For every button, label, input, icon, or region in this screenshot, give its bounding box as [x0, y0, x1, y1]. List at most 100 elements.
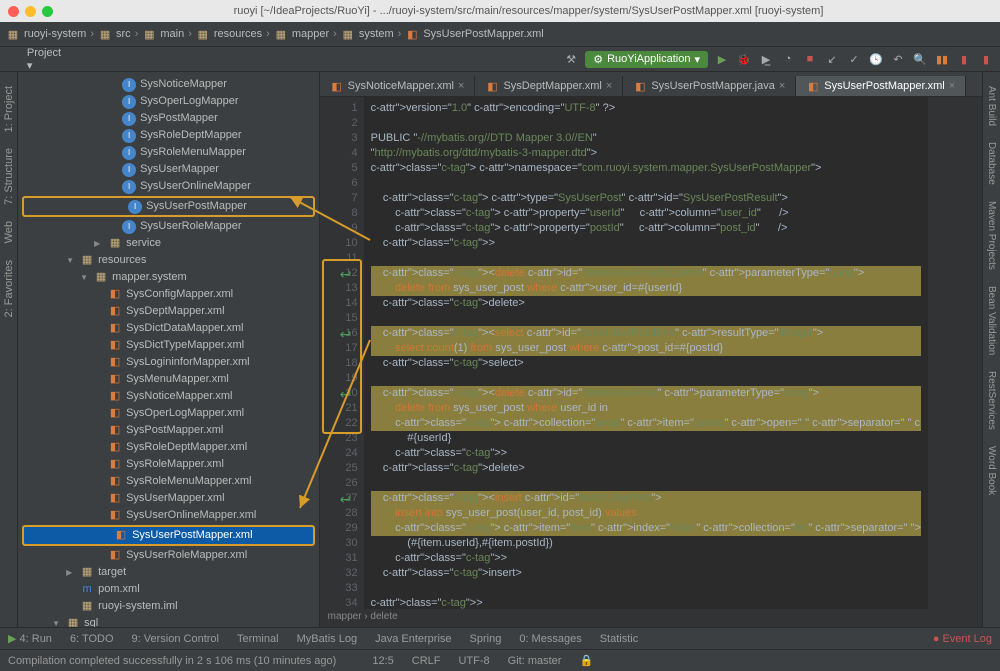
tool-structure[interactable]: 7: Structure	[3, 148, 15, 205]
profile-button[interactable]: ◔	[780, 51, 796, 67]
status-jee[interactable]: Java Enterprise	[375, 633, 451, 645]
breadcrumb-item[interactable]: ▦src	[98, 27, 131, 41]
tree-xml-item[interactable]: ◧SysDictTypeMapper.xml	[18, 337, 319, 354]
debug-button[interactable]: 🐞	[736, 51, 752, 67]
tree-xml-item[interactable]: ◧SysUserMapper.xml	[18, 490, 319, 507]
tree-xml-item[interactable]: ◧SysNoticeMapper.xml	[18, 388, 319, 405]
build-icon[interactable]: ⚒	[563, 51, 579, 67]
tree-xml-item[interactable]: ◧SysLogininforMapper.xml	[18, 354, 319, 371]
tree-xml-item[interactable]: ◧SysUserRoleMapper.xml	[18, 547, 319, 564]
stop-button[interactable]: ■	[802, 51, 818, 67]
tree-java-item[interactable]: ISysUserMapper	[18, 161, 319, 178]
gutter-arrow-icon[interactable]: ↩	[340, 266, 352, 283]
vcs-commit-button[interactable]: ✓	[846, 51, 862, 67]
tree-xml-item[interactable]: ◧SysRoleMenuMapper.xml	[18, 473, 319, 490]
tool-word[interactable]: Word Book	[986, 446, 997, 495]
tree-service[interactable]: ▦service	[18, 235, 319, 252]
tool-bean[interactable]: Bean Validation	[986, 286, 997, 355]
tree-java-item[interactable]: ISysUserOnlineMapper	[18, 178, 319, 195]
breadcrumb-item[interactable]: ▦mapper	[274, 27, 329, 41]
right-tool-stripe[interactable]: Ant Build Database Maven Projects Bean V…	[982, 72, 1000, 627]
status-stat[interactable]: Statistic	[600, 633, 639, 645]
tool-database[interactable]: Database	[986, 142, 997, 185]
close-tab-icon[interactable]: ×	[458, 80, 464, 92]
tool-ant[interactable]: Ant Build	[986, 86, 997, 126]
status-vcs[interactable]: 9: Version Control	[132, 633, 219, 645]
project-dropdown[interactable]: Project ▾	[36, 51, 52, 67]
run-config-selector[interactable]: ⚙RuoYiApplication▾	[585, 51, 708, 68]
tree-java-highlighted[interactable]: ISysUserPostMapper	[22, 196, 315, 217]
editor-tabs[interactable]: ◧SysNoticeMapper.xml×◧SysDeptMapper.xml×…	[320, 72, 982, 97]
run-button[interactable]: ▶	[714, 51, 730, 67]
vcs-history-button[interactable]: 🕓	[868, 51, 884, 67]
tool-favorites[interactable]: 2: Favorites	[3, 260, 15, 317]
line-sep[interactable]: CRLF	[412, 655, 441, 667]
coverage-button[interactable]: ▶̲	[758, 51, 774, 67]
tree-java-item[interactable]: ISysRoleMenuMapper	[18, 144, 319, 161]
close-tab-icon[interactable]: ×	[779, 80, 785, 92]
breadcrumb-item[interactable]: ▦ruoyi-system	[6, 27, 86, 41]
search-button[interactable]: 🔍	[912, 51, 928, 67]
tree-xml-item[interactable]: ◧SysOperLogMapper.xml	[18, 405, 319, 422]
tree-xml-item[interactable]: ◧SysDictDataMapper.xml	[18, 320, 319, 337]
close-window-button[interactable]	[8, 6, 19, 17]
git-branch[interactable]: Git: master	[508, 655, 562, 667]
status-eventlog[interactable]: ● Event Log	[933, 633, 992, 645]
tree-iml[interactable]: ▦ruoyi-system.iml	[18, 598, 319, 615]
editor-tab[interactable]: ◧SysDeptMapper.xml×	[475, 76, 623, 96]
zoom-window-button[interactable]	[42, 6, 53, 17]
tree-java-item[interactable]: ISysUserRoleMapper	[18, 218, 319, 235]
caret-pos[interactable]: 12:5	[372, 655, 393, 667]
tree-pom[interactable]: mpom.xml	[18, 581, 319, 598]
bottom-tool-bar[interactable]: ▶ 4: Run 6: TODO 9: Version Control Term…	[0, 627, 1000, 649]
tool-web[interactable]: Web	[3, 221, 15, 243]
status-spring[interactable]: Spring	[470, 633, 502, 645]
status-messages[interactable]: 0: Messages	[519, 633, 581, 645]
gutter-arrow-icon[interactable]: ↩	[340, 326, 352, 343]
tool-maven[interactable]: Maven Projects	[986, 201, 997, 270]
tree-xml-selected[interactable]: ◧SysUserPostMapper.xml	[22, 525, 315, 546]
tree-xml-item[interactable]: ◧SysMenuMapper.xml	[18, 371, 319, 388]
tree-sql[interactable]: ▦sql	[18, 615, 319, 627]
editor[interactable]: 123456789101112↩13141516↩17181920↩212223…	[320, 97, 982, 609]
statistic-button[interactable]: ▮▮	[934, 51, 950, 67]
breadcrumb-item[interactable]: ◧SysUserPostMapper.xml	[405, 27, 543, 41]
breadcrumb-item[interactable]: ▦main	[142, 27, 184, 41]
tree-target[interactable]: ▦target	[18, 564, 319, 581]
tool-project[interactable]: 1: Project	[3, 86, 15, 132]
tree-java-item[interactable]: ISysPostMapper	[18, 110, 319, 127]
tree-xml-item[interactable]: ◧SysUserOnlineMapper.xml	[18, 507, 319, 524]
status-run[interactable]: ▶ 4: Run	[8, 632, 52, 645]
project-panel[interactable]: ISysNoticeMapperISysOperLogMapperISysPos…	[18, 72, 320, 627]
status-terminal[interactable]: Terminal	[237, 633, 279, 645]
tree-xml-item[interactable]: ◧SysRoleMapper.xml	[18, 456, 319, 473]
minimize-window-button[interactable]	[25, 6, 36, 17]
breadcrumb-item[interactable]: ▦system	[341, 27, 394, 41]
left-tool-stripe[interactable]: 1: Project 7: Structure Web 2: Favorites	[0, 72, 18, 627]
status-todo[interactable]: 6: TODO	[70, 633, 114, 645]
tree-xml-item[interactable]: ◧SysDeptMapper.xml	[18, 303, 319, 320]
tree-xml-item[interactable]: ◧SysPostMapper.xml	[18, 422, 319, 439]
gutter-arrow-icon[interactable]: ↩	[340, 491, 352, 508]
editor-tab[interactable]: ◧SysUserPostMapper.xml×	[796, 76, 966, 96]
status-mybatis[interactable]: MyBatis Log	[297, 633, 358, 645]
editor-tab[interactable]: ◧SysNoticeMapper.xml×	[320, 76, 476, 96]
tree-java-item[interactable]: ISysOperLogMapper	[18, 93, 319, 110]
breadcrumb-item[interactable]: ▦resources	[196, 27, 262, 41]
gutter-arrow-icon[interactable]: ↩	[340, 386, 352, 403]
editor-tab[interactable]: ◧SysUserPostMapper.java×	[623, 76, 796, 96]
tree-java-item[interactable]: ISysNoticeMapper	[18, 76, 319, 93]
minimap[interactable]	[927, 97, 982, 609]
close-tab-icon[interactable]: ×	[949, 80, 955, 92]
lock-icon[interactable]: 🔒	[579, 654, 593, 667]
tree-xml-item[interactable]: ◧SysRoleDeptMapper.xml	[18, 439, 319, 456]
encoding[interactable]: UTF-8	[458, 655, 489, 667]
code-area[interactable]: c-attr">version="1.0" c-attr">encoding="…	[365, 97, 927, 609]
close-tab-icon[interactable]: ×	[606, 80, 612, 92]
tool-rest[interactable]: RestServices	[986, 371, 997, 430]
tree-xml-item[interactable]: ◧SysConfigMapper.xml	[18, 286, 319, 303]
vcs-revert-button[interactable]: ↶	[890, 51, 906, 67]
tree-java-item[interactable]: ISysRoleDeptMapper	[18, 127, 319, 144]
tree-mapper-system[interactable]: ▦mapper.system	[18, 269, 319, 286]
gutter[interactable]: 123456789101112↩13141516↩17181920↩212223…	[320, 97, 365, 609]
